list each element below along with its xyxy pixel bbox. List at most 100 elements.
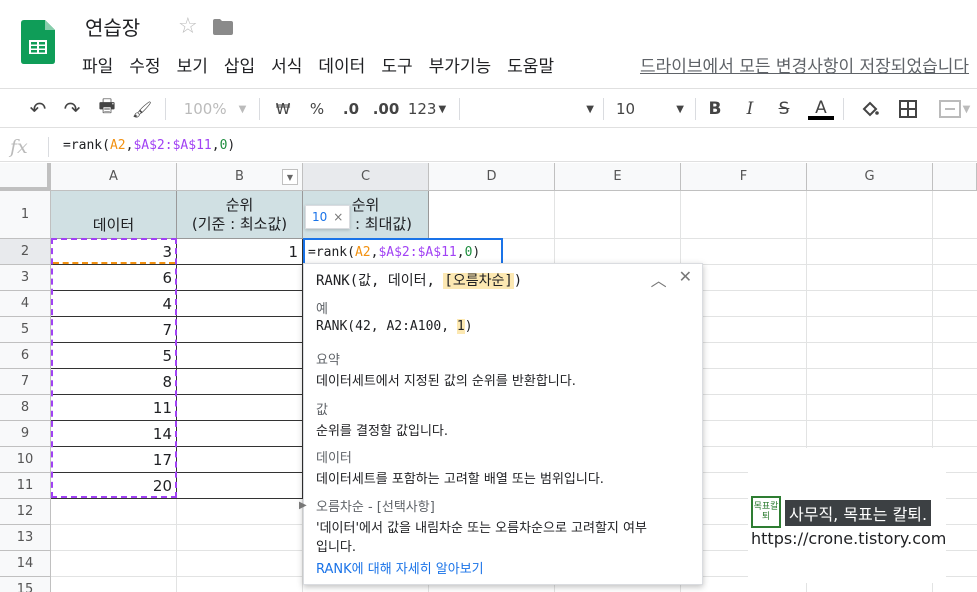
cell-c2-editor[interactable]: =rank(A2, $A$2:$A$11, 0)	[303, 238, 503, 266]
cell-b10[interactable]	[177, 447, 303, 473]
help-example-label: 예	[316, 302, 328, 317]
document-title[interactable]: 연습장	[85, 12, 140, 41]
menu-data[interactable]: 데이터	[318, 52, 373, 77]
cell-a10[interactable]: 17	[51, 447, 177, 473]
paint-format-button[interactable]: 🖌	[128, 89, 156, 129]
decrease-decimal-button[interactable]: .0	[338, 89, 364, 129]
close-icon[interactable]: ×	[333, 210, 343, 224]
currency-format-button[interactable]: ₩	[271, 89, 295, 129]
menu-help[interactable]: 도움말	[507, 52, 562, 77]
column-header-d[interactable]: D	[429, 163, 555, 191]
menu-insert[interactable]: 삽입	[224, 52, 263, 77]
menu-addons[interactable]: 부가기능	[429, 52, 500, 77]
column-header-a[interactable]: A	[51, 163, 177, 191]
row-header-2[interactable]: 2	[0, 239, 51, 265]
text-color-button[interactable]: A	[807, 89, 835, 129]
formula-input[interactable]: =rank(A2,$A$2:$A$11,0)	[63, 138, 235, 153]
help-learn-more-link[interactable]: RANK에 대해 자세히 알아보기	[316, 558, 484, 577]
cell-a8[interactable]: 11	[51, 395, 177, 421]
cell-b1[interactable]: 순위 (기준 : 최소값)	[177, 191, 303, 239]
cell-b4[interactable]	[177, 291, 303, 317]
row-header-4[interactable]: 4	[0, 291, 51, 317]
column-header-f[interactable]: F	[681, 163, 807, 191]
row-header-9[interactable]: 9	[0, 421, 51, 447]
redo-button[interactable]: ↷	[58, 89, 86, 129]
cell-b8[interactable]	[177, 395, 303, 421]
row-header-7[interactable]: 7	[0, 369, 51, 395]
strikethrough-button[interactable]: S	[772, 89, 796, 129]
chevron-up-icon[interactable]: ︿	[651, 267, 667, 291]
cell-a4[interactable]: 4	[51, 291, 177, 317]
zoom-select[interactable]: 100% ▼	[180, 89, 250, 129]
cell-b3[interactable]	[177, 265, 303, 291]
folder-icon[interactable]	[213, 19, 233, 35]
column-header-e[interactable]: E	[555, 163, 681, 191]
column-header-h[interactable]	[933, 163, 977, 191]
merge-cells-button[interactable]: ▼	[932, 89, 977, 129]
row-header-8[interactable]: 8	[0, 395, 51, 421]
signature-prefix: RANK(값, 데이터,	[316, 273, 444, 289]
menu-edit[interactable]: 수정	[129, 52, 168, 77]
row-header-1[interactable]: 1	[0, 191, 51, 239]
cell-a11[interactable]: 20	[51, 473, 177, 499]
row-header-6[interactable]: 6	[0, 343, 51, 369]
percent-format-button[interactable]: %	[305, 89, 329, 129]
example-highlight: 1	[456, 319, 465, 334]
font-size-select[interactable]: 10 ▼	[612, 89, 688, 129]
help-summary-section: 요약 데이터세트에서 지정된 값의 순위를 반환합니다.	[316, 349, 576, 389]
cell-b5[interactable]	[177, 317, 303, 343]
row-header-10[interactable]: 10	[0, 447, 51, 473]
cell-a5[interactable]: 7	[51, 317, 177, 343]
menu-view[interactable]: 보기	[177, 52, 216, 77]
more-formats-button[interactable]: 123 ▼	[406, 89, 448, 129]
toolbar-divider	[695, 98, 696, 120]
help-example-section: 예 RANK(42, A2:A100, 1)	[316, 298, 473, 334]
row-header-13[interactable]: 13	[0, 525, 51, 551]
select-all-corner[interactable]	[0, 163, 51, 191]
cell-a2[interactable]: 3	[51, 239, 177, 265]
cell-c1-line1: 순위	[351, 195, 380, 214]
bold-button[interactable]: B	[703, 89, 727, 129]
menu-file[interactable]: 파일	[82, 52, 121, 77]
italic-button[interactable]: I	[738, 89, 762, 129]
sheets-logo-icon[interactable]	[21, 20, 55, 64]
cell-a3[interactable]: 6	[51, 265, 177, 291]
function-help-panel: RANK(값, 데이터, [오름차순]) ︿ ✕ 예 RANK(42, A2:A…	[299, 263, 703, 585]
cell-a7[interactable]: 8	[51, 369, 177, 395]
row-header-11[interactable]: 11	[0, 473, 51, 499]
blog-watermark: 목표칼퇴 사무직, 목표는 칼퇴. https://crone.tistory.…	[748, 448, 946, 583]
column-header-b[interactable]: B ▼	[177, 163, 303, 191]
row-header-15[interactable]: 15	[0, 577, 51, 592]
increase-decimal-button[interactable]: .00	[372, 89, 400, 129]
cell-b9[interactable]	[177, 421, 303, 447]
row-header-5[interactable]: 5	[0, 317, 51, 343]
column-header-c[interactable]: C	[303, 163, 429, 191]
formula-bar: fx =rank(A2,$A$2:$A$11,0)	[0, 132, 977, 162]
close-icon[interactable]: ✕	[679, 267, 692, 291]
cell-a6[interactable]: 5	[51, 343, 177, 369]
cell-b6[interactable]	[177, 343, 303, 369]
print-button[interactable]: 🖶	[93, 89, 121, 129]
menu-format[interactable]: 서식	[271, 52, 310, 77]
cell-b2[interactable]: 1	[177, 239, 303, 265]
help-ascending-label: 오름차순 - [선택사항]	[316, 500, 435, 515]
cell-c1-prefix: :	[354, 214, 365, 233]
cell-b7[interactable]	[177, 369, 303, 395]
cell-b11[interactable]	[177, 473, 303, 499]
cell-a9[interactable]: 14	[51, 421, 177, 447]
save-status[interactable]: 드라이브에서 모든 변경사항이 저장되었습니다	[640, 52, 969, 77]
star-icon[interactable]: ☆	[178, 14, 198, 39]
fill-color-button[interactable]	[856, 89, 884, 129]
help-data-text: 데이터세트를 포함하는 고려할 배열 또는 범위입니다.	[316, 472, 604, 487]
row-header-12[interactable]: 12	[0, 499, 51, 525]
row-header-14[interactable]: 14	[0, 551, 51, 577]
column-header-g[interactable]: G	[807, 163, 933, 191]
menu-tools[interactable]: 도구	[381, 52, 420, 77]
chevron-down-icon: ▼	[586, 103, 594, 115]
cell-a1[interactable]: 데이터	[51, 191, 177, 239]
borders-button[interactable]	[894, 89, 922, 129]
undo-button[interactable]: ↶	[24, 89, 52, 129]
row-header-3[interactable]: 3	[0, 265, 51, 291]
filter-dropdown-icon[interactable]: ▼	[282, 169, 298, 185]
font-family-select[interactable]: ▼	[470, 89, 594, 129]
